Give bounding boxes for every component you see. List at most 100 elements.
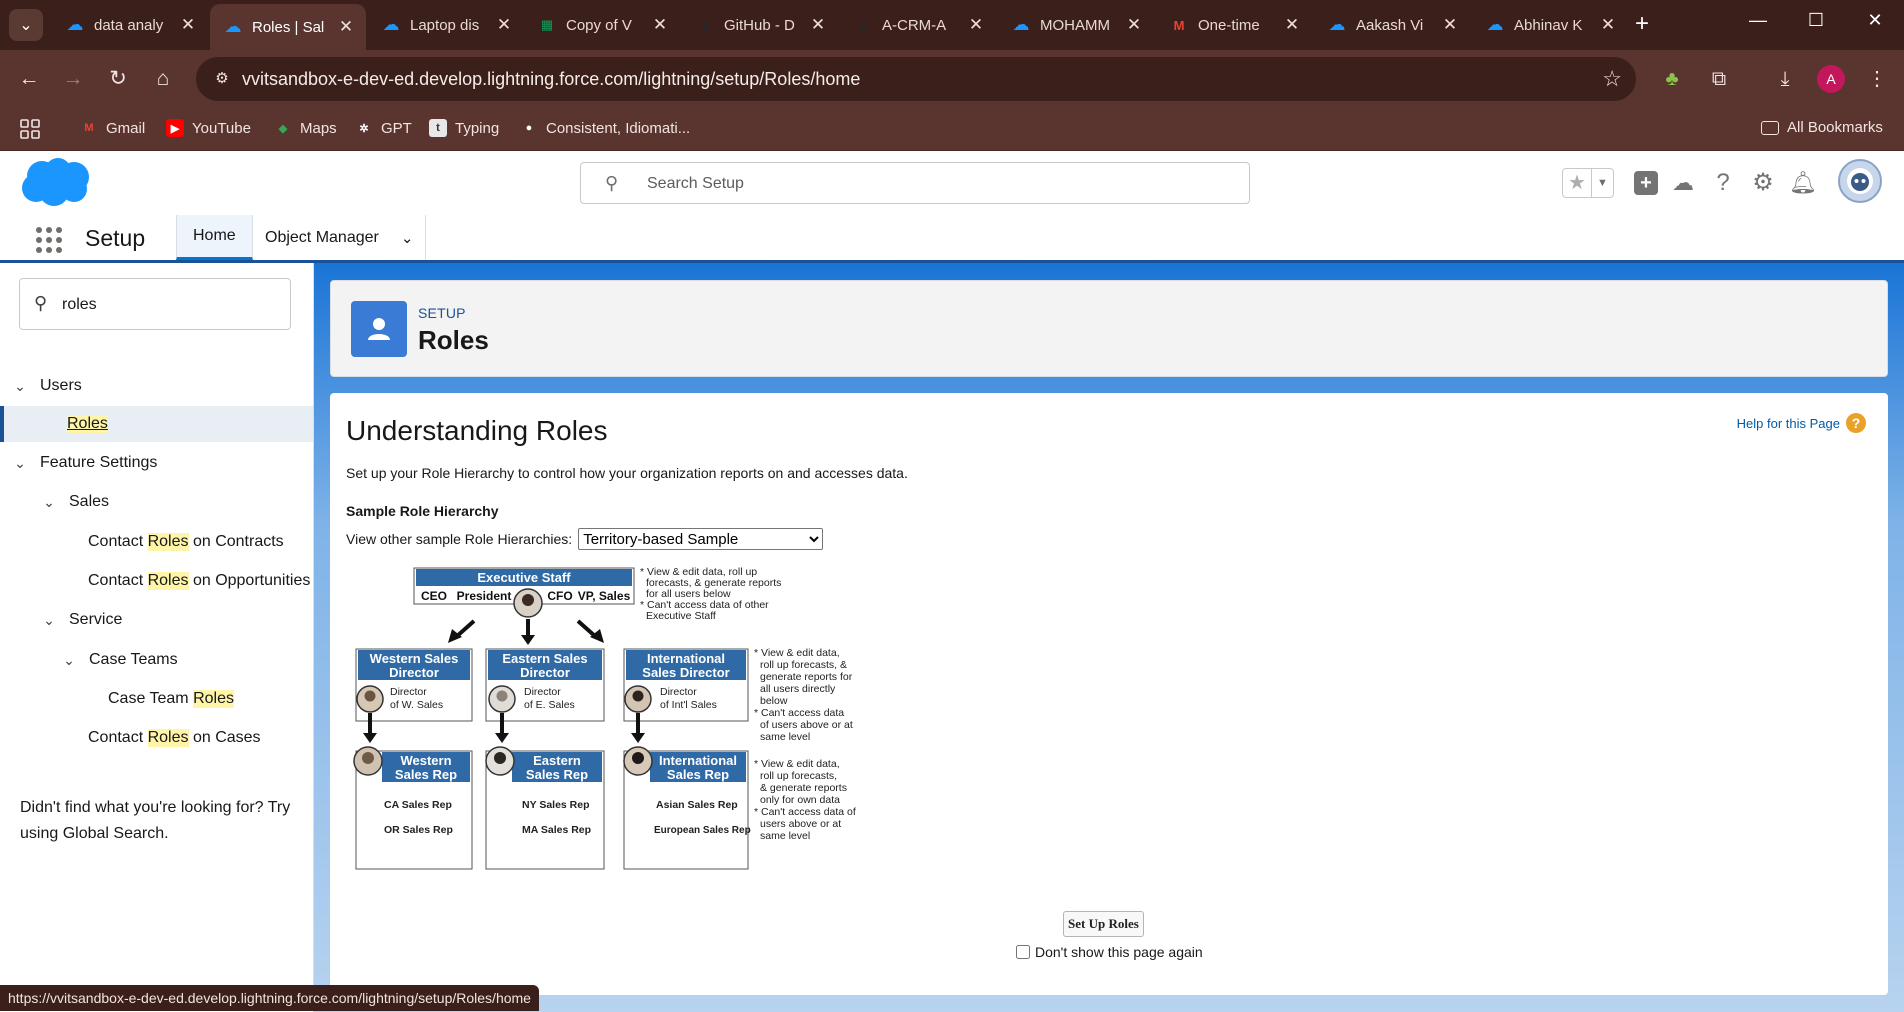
salesforce-cloud-icon: ☁	[1486, 15, 1504, 34]
browser-tab[interactable]: ☁ Laptop dis ✕	[368, 4, 524, 46]
close-tab-icon[interactable]: ✕	[966, 15, 986, 35]
sidebar-item-users[interactable]: ⌄ Users	[0, 368, 313, 404]
favorites-dropdown-icon[interactable]: ▼	[1591, 169, 1613, 197]
set-up-roles-button[interactable]: Set Up Roles	[1063, 911, 1144, 937]
sidebar-item-contact-roles-opportunities[interactable]: Contact Roles on Opportunities	[0, 563, 313, 599]
all-bookmarks-button[interactable]: All Bookmarks	[1761, 119, 1883, 136]
page-title: Roles	[418, 325, 489, 355]
notifications-bell-icon[interactable]: 🔔︎	[1788, 168, 1818, 198]
sidebar-item-label[interactable]: Roles	[67, 415, 108, 433]
help-icon[interactable]: ?	[1708, 168, 1738, 198]
maximize-window-icon[interactable]: ☐	[1796, 10, 1836, 31]
url-text[interactable]: vvitsandbox-e-dev-ed.develop.lightning.f…	[242, 69, 860, 90]
browser-tab[interactable]: ☁ data analy ✕	[52, 4, 208, 46]
tab-home[interactable]: Home	[176, 215, 253, 260]
chevron-down-icon[interactable]: ⌄	[11, 378, 29, 395]
dont-show-checkbox[interactable]	[1016, 945, 1030, 959]
chevron-down-icon[interactable]: ⌄	[40, 494, 58, 511]
close-tab-icon[interactable]: ✕	[650, 15, 670, 35]
close-window-icon[interactable]: ✕	[1855, 10, 1895, 31]
sample-hierarchy-select[interactable]: Territory-based Sample	[578, 528, 824, 550]
address-bar[interactable]: ⚙ vvitsandbox-e-dev-ed.develop.lightning…	[196, 57, 1636, 101]
close-tab-icon[interactable]: ✕	[494, 15, 514, 35]
github-icon: ●	[701, 17, 709, 33]
bookmark-item[interactable]: ▶ YouTube	[166, 119, 251, 137]
sidebar-item-contact-roles-cases[interactable]: Contact Roles on Cases	[0, 720, 313, 756]
chevron-down-icon[interactable]: ⌄	[60, 652, 78, 669]
chevron-down-icon[interactable]: ⌄	[11, 455, 29, 472]
browser-tab[interactable]: ☁ Abhinav K ✕	[1472, 4, 1628, 46]
apps-grid-icon[interactable]	[20, 119, 40, 139]
browser-tab[interactable]: ☁ Roles | Sal ✕	[210, 4, 366, 50]
chevron-down-icon[interactable]: ⌄	[40, 612, 58, 629]
download-icon[interactable]: ⤓	[1770, 64, 1800, 94]
director-title: Eastern Sales	[502, 651, 587, 666]
browser-tab[interactable]: ● A-CRM-A ✕	[840, 4, 996, 46]
browser-tab[interactable]: ▦ Copy of V ✕	[524, 4, 680, 46]
favorites-star-icon[interactable]: ★	[1563, 169, 1591, 197]
bookmark-item[interactable]: t Typing	[429, 119, 499, 137]
help-question-icon[interactable]: ?	[1846, 413, 1866, 433]
setup-search-input[interactable]	[645, 172, 1205, 196]
browser-tab[interactable]: ☁ MOHAMM ✕	[998, 4, 1154, 46]
new-tab-button[interactable]: +	[1635, 10, 1649, 38]
browser-tab[interactable]: ☁ Aakash Vi ✕	[1314, 4, 1470, 46]
dont-show-again[interactable]: Don't show this page again	[1016, 944, 1203, 960]
extension-tree-icon[interactable]: ♣	[1657, 64, 1687, 94]
chevron-down-icon[interactable]: ⌄	[401, 229, 414, 247]
site-info-icon[interactable]: ⚙	[208, 65, 236, 93]
rep-item: European Sales Rep	[654, 825, 751, 836]
reload-icon[interactable]: ↻	[103, 64, 133, 94]
close-tab-icon[interactable]: ✕	[336, 17, 356, 37]
openai-icon: ✲	[359, 122, 369, 135]
bookmark-item[interactable]: ● Consistent, Idiomati...	[520, 119, 691, 137]
browser-tab[interactable]: M One-time ✕	[1156, 4, 1312, 46]
breadcrumb[interactable]: SETUP	[418, 305, 466, 321]
close-tab-icon[interactable]: ✕	[1124, 15, 1144, 35]
forward-icon[interactable]: →	[58, 64, 88, 94]
setup-search-box[interactable]: ⚲	[580, 162, 1250, 204]
browser-menu-icon[interactable]: ⋮	[1862, 64, 1892, 94]
global-actions-add-icon[interactable]: +	[1634, 171, 1658, 195]
tab-search-dropdown-icon[interactable]: ⌄	[9, 9, 43, 41]
minimize-window-icon[interactable]: —	[1738, 10, 1778, 31]
sidebar-item-sales[interactable]: ⌄ Sales	[0, 484, 313, 520]
help-link-label[interactable]: Help for this Page	[1737, 416, 1840, 431]
sidebar-item-case-teams[interactable]: ⌄ Case Teams	[0, 642, 313, 678]
bookmark-item[interactable]: ✲ GPT	[355, 119, 411, 137]
sidebar-item-feature-settings[interactable]: ⌄ Feature Settings	[0, 445, 313, 481]
sidebar-item-contact-roles-contracts[interactable]: Contact Roles on Contracts	[0, 524, 313, 560]
close-tab-icon[interactable]: ✕	[178, 15, 198, 35]
sidebar-item-service[interactable]: ⌄ Service	[0, 602, 313, 638]
close-tab-icon[interactable]: ✕	[808, 15, 828, 35]
close-tab-icon[interactable]: ✕	[1440, 15, 1460, 35]
favorites-group: ★ ▼	[1562, 168, 1614, 198]
sample-hierarchy-picker: View other sample Role Hierarchies: Terr…	[346, 528, 824, 550]
app-launcher-icon[interactable]	[36, 227, 62, 253]
close-tab-icon[interactable]: ✕	[1282, 15, 1302, 35]
home-icon[interactable]: ⌂	[148, 64, 178, 94]
setup-gear-icon[interactable]: ⚙	[1748, 168, 1778, 198]
close-tab-icon[interactable]: ✕	[1598, 15, 1618, 35]
bookmark-item[interactable]: ◆ Maps	[274, 119, 337, 137]
salesforce-cloud-icon: ☁	[1012, 15, 1030, 34]
user-avatar[interactable]	[1838, 159, 1882, 203]
salesforce-logo-icon[interactable]	[20, 156, 92, 208]
profile-avatar[interactable]: A	[1817, 65, 1845, 93]
tab-home-label: Home	[193, 227, 236, 244]
exec-title: Executive Staff	[477, 570, 571, 585]
back-icon[interactable]: ←	[14, 64, 44, 94]
extensions-puzzle-icon[interactable]: ⧉	[1704, 64, 1734, 94]
view-label: View other sample Role Hierarchies:	[346, 531, 573, 547]
trailhead-icon[interactable]: ☁	[1668, 168, 1698, 198]
rep-item: Asian Sales Rep	[656, 799, 738, 811]
sidebar-item-case-team-roles[interactable]: Case Team Roles	[0, 681, 313, 717]
browser-tab[interactable]: ● GitHub - D ✕	[682, 4, 838, 46]
quick-find-box[interactable]: ⚲	[19, 278, 291, 330]
help-link[interactable]: Help for this Page ?	[1737, 413, 1866, 433]
tab-object-manager[interactable]: Object Manager ⌄	[249, 215, 429, 260]
quick-find-input[interactable]	[60, 293, 270, 317]
bookmark-star-icon[interactable]: ☆	[1602, 66, 1622, 92]
sidebar-item-roles[interactable]: Roles	[0, 406, 313, 442]
bookmark-item[interactable]: M Gmail	[80, 119, 145, 137]
